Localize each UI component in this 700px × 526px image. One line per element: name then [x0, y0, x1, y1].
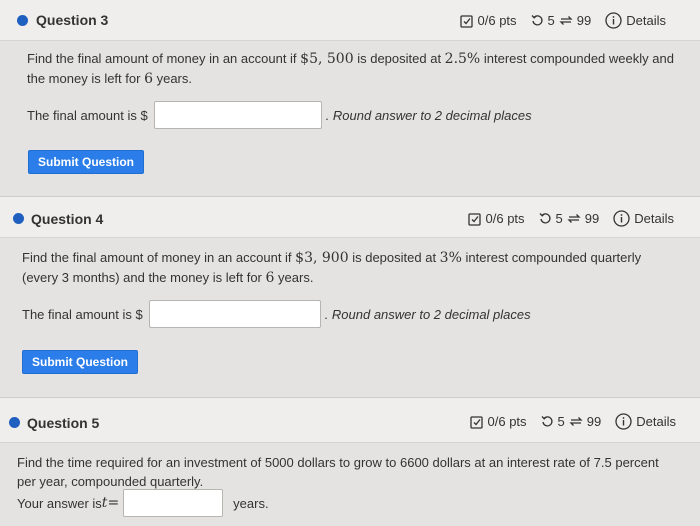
answer-row: Your answer is t = years.	[17, 489, 269, 517]
details-link[interactable]: Details	[636, 414, 676, 429]
answer-input[interactable]	[123, 489, 224, 517]
answer-row: The final amount is $ . Round answer to …	[22, 300, 531, 328]
points-label: 0/6 pts	[477, 13, 517, 28]
points-label: 0/6 pts	[485, 211, 525, 226]
submit-question-button[interactable]: Submit Question	[28, 150, 144, 174]
question-header: Question 5 0/6 pts 5 99 Details	[0, 397, 700, 443]
answer-equals: =	[107, 495, 120, 511]
question-prompt: Find the time required for an investment…	[17, 455, 659, 489]
question-5: Question 5 0/6 pts 5 99 Details Find the…	[0, 397, 700, 526]
edit-checkbox-icon	[469, 415, 483, 429]
retries-count: 99	[576, 13, 592, 28]
retry-icon	[531, 15, 543, 26]
question-title: Question 3	[36, 12, 109, 28]
question-status-dot	[17, 15, 28, 26]
question-title: Question 4	[31, 211, 104, 227]
question-status-dot	[13, 213, 24, 224]
tries-count: 5	[547, 13, 555, 28]
info-icon[interactable]	[605, 12, 622, 29]
question-title: Question 5	[27, 415, 100, 431]
retry-icon	[539, 213, 551, 224]
info-icon[interactable]	[613, 210, 630, 227]
question-meta: 0/6 pts 5 99 Details	[459, 12, 666, 29]
question-meta: 0/6 pts 5 99 Details	[467, 210, 674, 227]
question-prompt: Find the final amount of money in an acc…	[27, 51, 674, 87]
answer-row: The final amount is $ . Round answer to …	[27, 101, 532, 129]
answer-input[interactable]	[153, 101, 322, 129]
details-link[interactable]: Details	[626, 13, 666, 28]
answer-hint: . Round answer to 2 decimal places	[324, 306, 531, 322]
resubmit-icon	[559, 16, 573, 25]
edit-checkbox-icon	[459, 14, 473, 28]
retry-icon	[541, 416, 553, 427]
answer-input[interactable]	[148, 300, 321, 328]
answer-unit: years.	[233, 495, 269, 511]
edit-checkbox-icon	[467, 212, 481, 226]
question-meta: 0/6 pts 5 99 Details	[469, 413, 676, 430]
answer-label: The final amount is $	[27, 107, 148, 123]
info-icon[interactable]	[615, 413, 632, 430]
tries-count: 5	[555, 211, 563, 226]
question-status-dot	[9, 417, 20, 428]
retries-count: 99	[586, 414, 602, 429]
question-header: Question 3 0/6 pts 5 99 Details	[0, 0, 700, 41]
question-4: Question 4 0/6 pts 5 99 Details Find the…	[0, 196, 700, 397]
answer-hint: . Round answer to 2 decimal places	[325, 107, 532, 123]
submit-question-button[interactable]: Submit Question	[22, 350, 138, 374]
tries-count: 5	[557, 414, 565, 429]
retries-count: 99	[584, 211, 600, 226]
question-3: Question 3 0/6 pts 5 99 Details Find the…	[0, 0, 700, 196]
points-label: 0/6 pts	[487, 414, 527, 429]
question-prompt: Find the final amount of money in an acc…	[22, 250, 642, 286]
resubmit-icon	[569, 417, 583, 426]
answer-label: Your answer is	[17, 495, 102, 511]
question-header: Question 4 0/6 pts 5 99 Details	[0, 196, 700, 238]
answer-label: The final amount is $	[22, 306, 143, 322]
details-link[interactable]: Details	[634, 211, 674, 226]
resubmit-icon	[567, 214, 581, 223]
